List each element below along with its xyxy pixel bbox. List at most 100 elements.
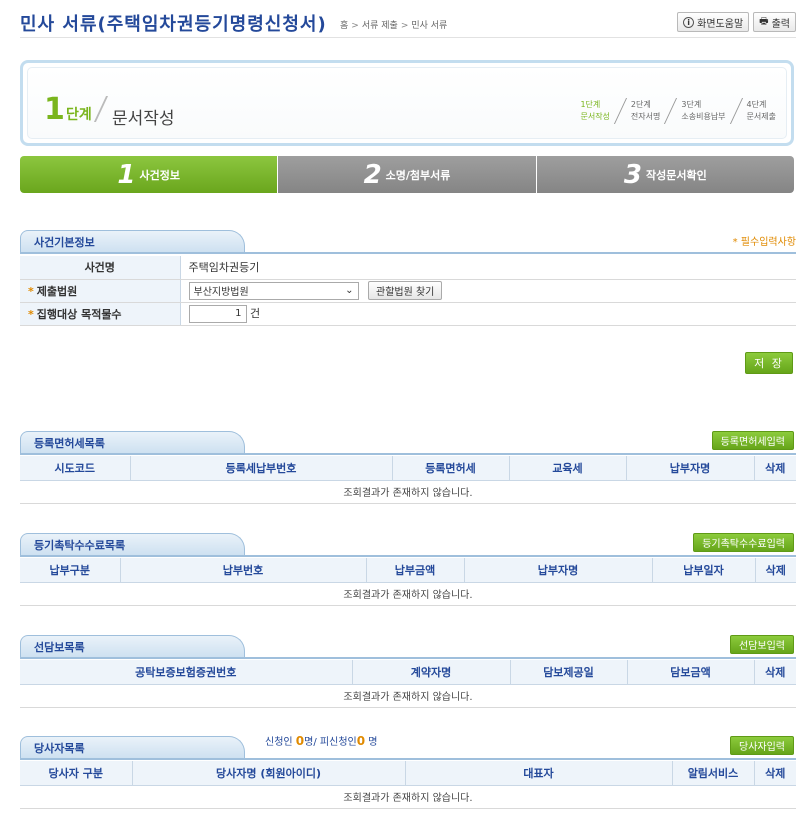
table-row: 조회결과가 존재하지 않습니다. bbox=[20, 785, 796, 809]
mini-step-divider bbox=[613, 98, 627, 124]
table-header-row: 시도코드 등록세납부번호 등록면허세 교육세 납부자명 삭제 bbox=[20, 456, 796, 481]
empty-message: 조회결과가 존재하지 않습니다. bbox=[20, 785, 796, 809]
mini-step-4-name: 문서제출 bbox=[746, 112, 776, 121]
tab-number: 3 bbox=[623, 159, 642, 190]
section-line bbox=[20, 252, 796, 254]
column-header: 납부일자 bbox=[652, 558, 756, 583]
section-tabs: 1 사건정보 2 소명/첨부서류 3 작성문서확인 bbox=[20, 156, 794, 193]
mini-step-1-num: 1단계 bbox=[580, 100, 601, 109]
tab-case-info[interactable]: 1 사건정보 bbox=[20, 156, 278, 193]
column-header: 삭제 bbox=[754, 456, 796, 481]
target-count-cell: 1 건 bbox=[180, 302, 796, 326]
target-count-input[interactable]: 1 bbox=[188, 304, 247, 323]
table-header-row: 공탁보증보험증권번호 계약자명 담보제공일 담보금액 삭제 bbox=[20, 660, 796, 685]
current-step-number: 1 bbox=[44, 92, 65, 127]
tab-attachments[interactable]: 2 소명/첨부서류 bbox=[277, 156, 536, 193]
mini-step-3-num: 3단계 bbox=[681, 100, 702, 109]
breadcrumb-home[interactable]: 홈 bbox=[340, 21, 348, 31]
section-title: 등기촉탁수수료목록 bbox=[34, 539, 126, 552]
collateral-table: 공탁보증보험증권번호 계약자명 담보제공일 담보금액 삭제 조회결과가 존재하지… bbox=[20, 660, 796, 708]
party-count: 신청인 0명/ 피신청인0 명 bbox=[265, 734, 378, 748]
target-label-cell: * 집행대상 목적물수 bbox=[20, 302, 181, 326]
registration-tax-table: 시도코드 등록세납부번호 등록면허세 교육세 납부자명 삭제 조회결과가 존재하… bbox=[20, 456, 796, 504]
section-title: 등록면허세목록 bbox=[34, 437, 105, 450]
count-unit: 명 bbox=[304, 737, 314, 748]
find-court-button[interactable]: 관할법원 찾기 bbox=[368, 281, 443, 300]
tab-document-review[interactable]: 3 작성문서확인 bbox=[535, 156, 794, 193]
save-button[interactable]: 저 장 bbox=[745, 352, 793, 374]
column-header: 삭제 bbox=[754, 761, 796, 786]
column-header: 등록면허세 bbox=[392, 456, 510, 481]
case-info-header: 사건기본정보 * 필수입력사항 bbox=[20, 227, 796, 254]
mini-step-3-name: 소송비용납부 bbox=[681, 112, 726, 121]
tab-number: 2 bbox=[363, 159, 382, 190]
current-step-name: 문서작성 bbox=[112, 109, 175, 129]
column-header: 담보금액 bbox=[627, 660, 755, 685]
column-header: 당사자 구분 bbox=[20, 761, 133, 786]
section-title: 선담보목록 bbox=[34, 641, 85, 654]
mini-step-4: 4단계문서제출 bbox=[743, 99, 780, 123]
add-party-button[interactable]: 당사자입력 bbox=[730, 736, 794, 755]
print-button-label: 출력 bbox=[771, 18, 790, 30]
add-registration-tax-button[interactable]: 등록면허세입력 bbox=[711, 431, 794, 450]
court-label-cell: * 제출법원 bbox=[20, 279, 181, 303]
respondent-count: 0 bbox=[356, 734, 366, 748]
court-label: 제출법원 bbox=[36, 284, 78, 298]
column-header: 대표자 bbox=[405, 761, 673, 786]
breadcrumb-submit[interactable]: 서류 제출 bbox=[362, 21, 398, 31]
mini-step-3: 3단계소송비용납부 bbox=[677, 99, 729, 123]
table-row: 조회결과가 존재하지 않습니다. bbox=[20, 684, 796, 708]
help-button[interactable]: i 화면도움말 bbox=[677, 12, 750, 32]
mini-step-4-num: 4단계 bbox=[746, 100, 767, 109]
court-value-cell: 부산지방법원 ⌄ 관할법원 찾기 bbox=[180, 279, 796, 303]
mini-step-2: 2단계전자서명 bbox=[627, 99, 664, 123]
target-count-row: * 집행대상 목적물수 1 건 bbox=[20, 302, 796, 326]
section-title: 사건기본정보 bbox=[34, 236, 95, 249]
column-header: 당사자명 (회원아이디) bbox=[132, 761, 406, 786]
column-header: 등록세납부번호 bbox=[130, 456, 393, 481]
applicant-count: 0 bbox=[295, 734, 305, 748]
required-star: * bbox=[28, 284, 34, 298]
column-header: 삭제 bbox=[755, 558, 796, 583]
case-info-form: 사건명 주택임차권등기 * 제출법원 부산지방법원 ⌄ 관할법원 찾기 * 집행대상 … bbox=[20, 256, 796, 326]
court-select[interactable]: 부산지방법원 ⌄ bbox=[188, 281, 359, 300]
mini-step-divider bbox=[729, 98, 743, 124]
section-line bbox=[20, 555, 796, 557]
required-star: * bbox=[28, 307, 34, 321]
add-collateral-button[interactable]: 선담보입력 bbox=[730, 635, 794, 654]
step-progress: 1단계 문서작성 2단계전자서명 3단계소송비용납부 4단계문서제출 bbox=[576, 98, 780, 124]
column-header: 납부자명 bbox=[626, 456, 755, 481]
collateral-header: 선담보목록 선담보입력 bbox=[20, 632, 796, 659]
info-icon: i bbox=[683, 16, 695, 28]
target-count-label: 집행대상 목적물수 bbox=[36, 307, 122, 321]
mini-step-2-name: 전자서명 bbox=[630, 112, 661, 121]
registry-fee-header: 등기촉탁수수료목록 등기촉탁수수료입력 bbox=[20, 530, 796, 557]
column-header: 납부자명 bbox=[464, 558, 653, 583]
target-count-unit: 건 bbox=[250, 306, 261, 320]
mini-step-2-num: 2단계 bbox=[630, 100, 651, 109]
registry-fee-table: 납부구분 납부번호 납부금액 납부자명 납부일자 삭제 조회결과가 존재하지 않… bbox=[20, 558, 796, 606]
add-registry-fee-button[interactable]: 등기촉탁수수료입력 bbox=[693, 533, 794, 552]
respondent-label: 피신청인 bbox=[319, 737, 357, 748]
column-header: 교육세 bbox=[509, 456, 627, 481]
column-header: 삭제 bbox=[754, 660, 796, 685]
case-name-label: 사건명 bbox=[20, 256, 181, 280]
court-row: * 제출법원 부산지방법원 ⌄ 관할법원 찾기 bbox=[20, 279, 796, 303]
print-button[interactable]: 🖶 출력 bbox=[753, 12, 796, 32]
tab-label: 사건정보 bbox=[139, 168, 180, 182]
empty-message: 조회결과가 존재하지 않습니다. bbox=[20, 582, 796, 606]
column-header: 담보제공일 bbox=[510, 660, 628, 685]
mini-step-divider bbox=[664, 98, 678, 124]
column-header: 계약자명 bbox=[352, 660, 511, 685]
section-line bbox=[20, 758, 796, 760]
applicant-label: 신청인 bbox=[265, 737, 293, 748]
breadcrumb: 홈 > 서류 제출 > 민사 서류 bbox=[340, 18, 447, 31]
page-header: 민사 서류(주택임차권등기명령신청서) 홈 > 서류 제출 > 민사 서류 i 화면도움… bbox=[20, 10, 796, 38]
table-row: 조회결과가 존재하지 않습니다. bbox=[20, 582, 796, 606]
table-header-row: 당사자 구분 당사자명 (회원아이디) 대표자 알림서비스 삭제 bbox=[20, 761, 796, 786]
column-header: 공탁보증보험증권번호 bbox=[20, 660, 353, 685]
parties-table: 당사자 구분 당사자명 (회원아이디) 대표자 알림서비스 삭제 조회결과가 존… bbox=[20, 761, 796, 809]
mini-step-1: 1단계 문서작성 bbox=[576, 99, 613, 123]
breadcrumb-current: 민사 서류 bbox=[411, 21, 448, 31]
tab-label: 소명/첨부서류 bbox=[385, 168, 451, 182]
